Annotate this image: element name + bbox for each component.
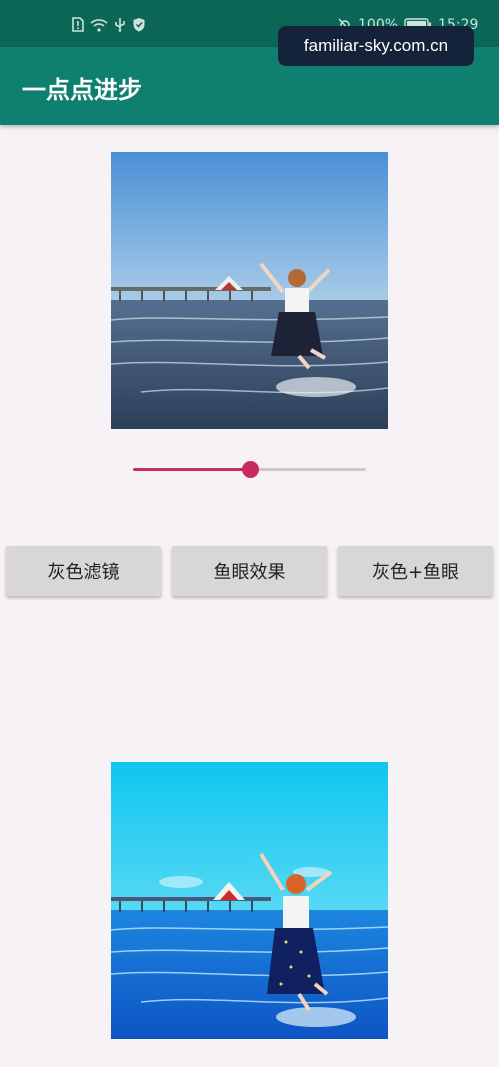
shield-icon	[133, 18, 145, 32]
wifi-icon	[90, 18, 108, 32]
gray-fisheye-button[interactable]: 灰色+鱼眼	[338, 546, 493, 596]
slider-thumb[interactable]	[241, 461, 259, 478]
fisheye-effect-button[interactable]: 鱼眼效果	[172, 546, 327, 596]
sim-alert-icon	[72, 17, 84, 32]
original-photo	[111, 152, 388, 429]
processed-photo	[111, 762, 388, 1039]
watermark: familiar-sky.com.cn	[278, 26, 474, 66]
filter-strength-slider[interactable]	[133, 460, 366, 480]
slider-fill	[133, 468, 250, 471]
usb-icon	[115, 18, 125, 32]
page-title: 一点点进步	[22, 76, 142, 104]
status-icons-left	[72, 17, 146, 32]
gray-filter-button[interactable]: 灰色滤镜	[6, 546, 161, 596]
